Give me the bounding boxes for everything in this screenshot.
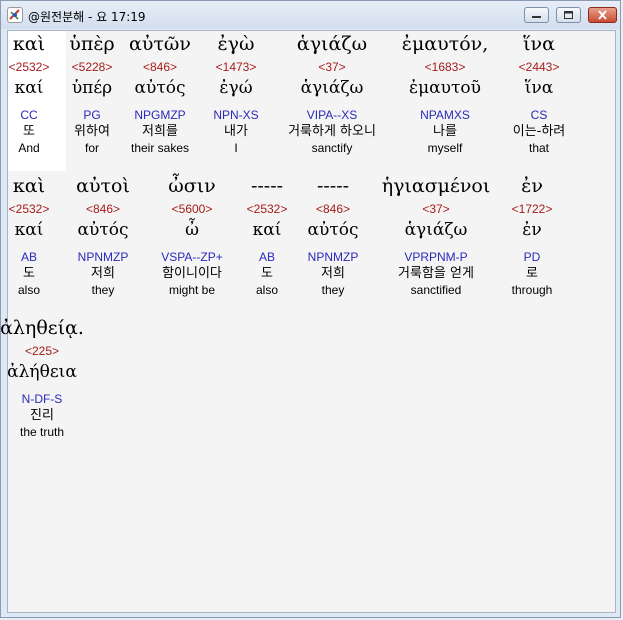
word-block[interactable]: ἵνα <2443> ἵνα CS 이는-하려 that — [479, 31, 599, 156]
lemma-word: αὐτός — [307, 220, 359, 240]
parsing-code: N-DF-S — [21, 392, 63, 406]
parsing-code: NPNMZP — [307, 250, 359, 264]
lemma-word: ἐν — [522, 220, 542, 240]
lemma-word: ἵνα — [524, 78, 554, 98]
english-gloss: sanctify — [311, 141, 353, 155]
parsing-code: PD — [523, 250, 541, 264]
close-icon — [598, 10, 607, 20]
word-block[interactable]: ἀληθείᾳ. <225> ἀλήθεια N-DF-S 진리 the truth — [0, 315, 102, 440]
strong-number[interactable]: <1722> — [472, 201, 592, 218]
minimize-button[interactable] — [524, 7, 549, 23]
greek-word: ἀληθείᾳ. — [0, 317, 84, 339]
english-gloss: they — [321, 283, 345, 297]
greek-word: ----- — [316, 175, 350, 197]
korean-gloss: 이는-하려 — [512, 124, 566, 139]
parsing-code: VIPA--XS — [306, 108, 358, 122]
title-bar[interactable]: @원전분해 - 요 17:19 — [1, 1, 620, 29]
word-block[interactable]: ἁγιάζω <37> ἁγιάζω VIPA--XS 거룩하게 하오니 sanctify — [272, 31, 392, 156]
interlinear-window: @원전분해 - 요 17:19 καὶ <2532> καί CC 또 And ὑπὲρ <5… — [0, 0, 621, 618]
parsing-code: CS — [530, 108, 548, 122]
korean-gloss: 로 — [526, 266, 538, 281]
maximize-button[interactable] — [556, 7, 581, 23]
english-gloss: that — [528, 141, 549, 155]
strong-number[interactable]: <846> — [273, 201, 393, 218]
greek-word: ἵνα — [523, 33, 555, 55]
minimize-icon — [532, 16, 541, 18]
english-gloss: the truth — [19, 425, 65, 439]
korean-gloss: 저희 — [321, 266, 345, 281]
strong-number[interactable]: <2443> — [479, 59, 599, 76]
greek-word: ἐν — [521, 175, 543, 197]
bible-app-icon[interactable] — [7, 7, 23, 23]
word-block[interactable]: ἐν <1722> ἐν PD 로 through — [472, 173, 592, 298]
interlinear-view[interactable]: καὶ <2532> καί CC 또 And ὑπὲρ <5228> ὑπέρ PG 위하여 for… — [0, 30, 616, 613]
english-gloss: through — [511, 283, 553, 297]
window-title: @원전분해 - 요 17:19 — [28, 10, 146, 24]
lemma-word: ἀλήθεια — [7, 362, 77, 382]
maximize-icon — [564, 11, 573, 19]
greek-word: ἁγιάζω — [296, 33, 368, 55]
korean-gloss: 진리 — [30, 408, 54, 423]
strong-number[interactable]: <225> — [0, 343, 102, 360]
word-block[interactable]: ----- <846> αὐτός NPNMZP 저희 they — [273, 173, 393, 298]
korean-gloss: 거룩하게 하오니 — [288, 124, 376, 139]
lemma-word: ἁγιάζω — [300, 78, 364, 98]
close-button[interactable] — [588, 7, 617, 23]
strong-number[interactable]: <37> — [272, 59, 392, 76]
